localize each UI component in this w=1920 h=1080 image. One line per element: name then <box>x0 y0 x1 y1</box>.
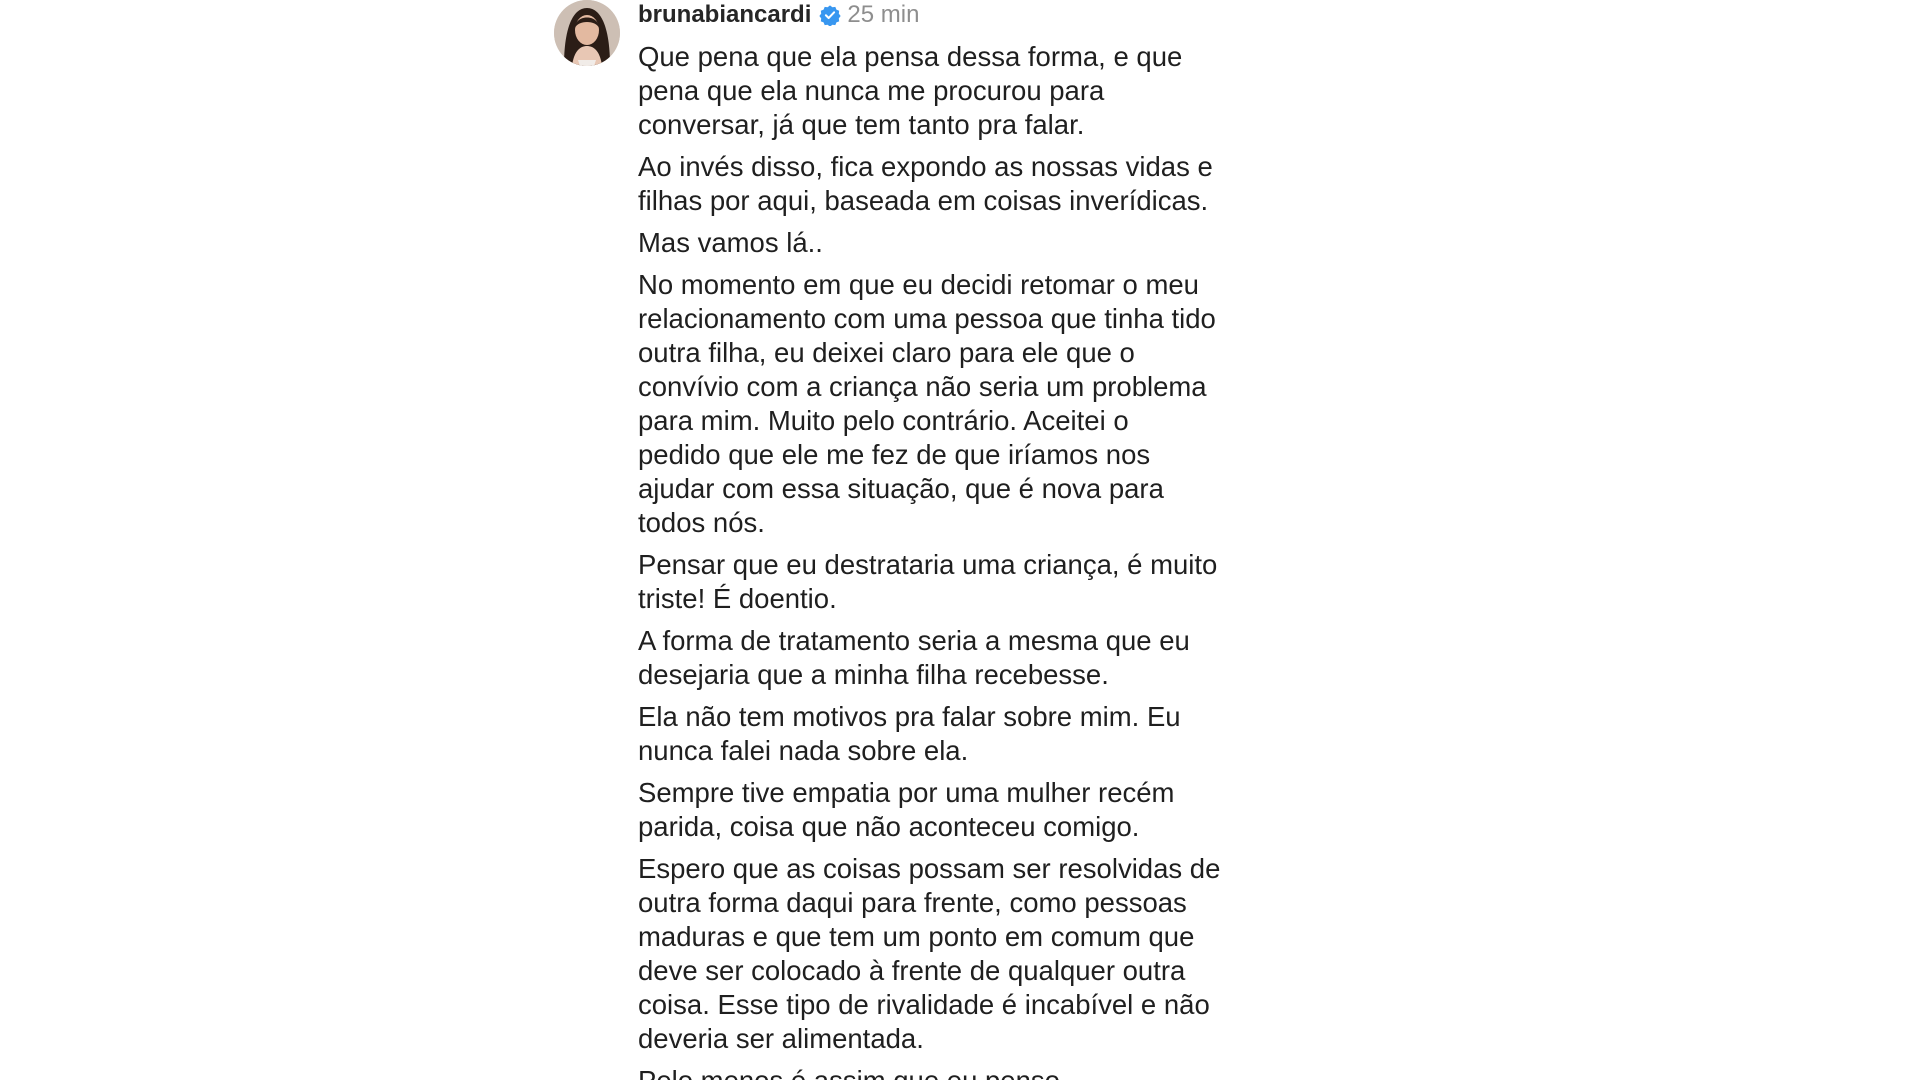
comment-paragraph: Que pena que ela pensa dessa forma, e qu… <box>638 41 1183 140</box>
comment-paragraph: Pelo menos é assim que eu penso. <box>638 1064 1298 1080</box>
comment-paragraph: Mas vamos lá.. <box>638 227 823 258</box>
verified-badge-icon <box>819 4 842 27</box>
avatar[interactable] <box>554 0 620 66</box>
comment-paragraph: Ao invés disso, fica expondo as nossas v… <box>638 151 1213 216</box>
comment-time: 25 min <box>847 1 920 28</box>
comment-text: Que pena que ela pensa dessa forma, e qu… <box>638 40 1298 1080</box>
comment-header: brunabiancardi 25 min <box>638 0 1298 30</box>
comment: brunabiancardi 25 min Que pena que ela p… <box>554 0 1314 1080</box>
comment-paragraph: Ela não tem motivos pra falar sobre mim.… <box>638 701 1181 766</box>
comment-paragraph: Pensar que eu destrataria uma criança, é… <box>638 549 1218 614</box>
username[interactable]: brunabiancardi <box>638 0 811 30</box>
profile-avatar-icon <box>554 0 620 66</box>
comment-paragraph: A forma de tratamento seria a mesma que … <box>638 625 1190 690</box>
comment-body: brunabiancardi 25 min Que pena que ela p… <box>638 0 1298 1080</box>
comment-paragraph: Sempre tive empatia por uma mulher recém… <box>638 777 1175 842</box>
comment-paragraph: No momento em que eu decidi retomar o me… <box>638 269 1216 538</box>
comment-paragraph: Espero que as coisas possam ser resolvid… <box>638 853 1221 1054</box>
